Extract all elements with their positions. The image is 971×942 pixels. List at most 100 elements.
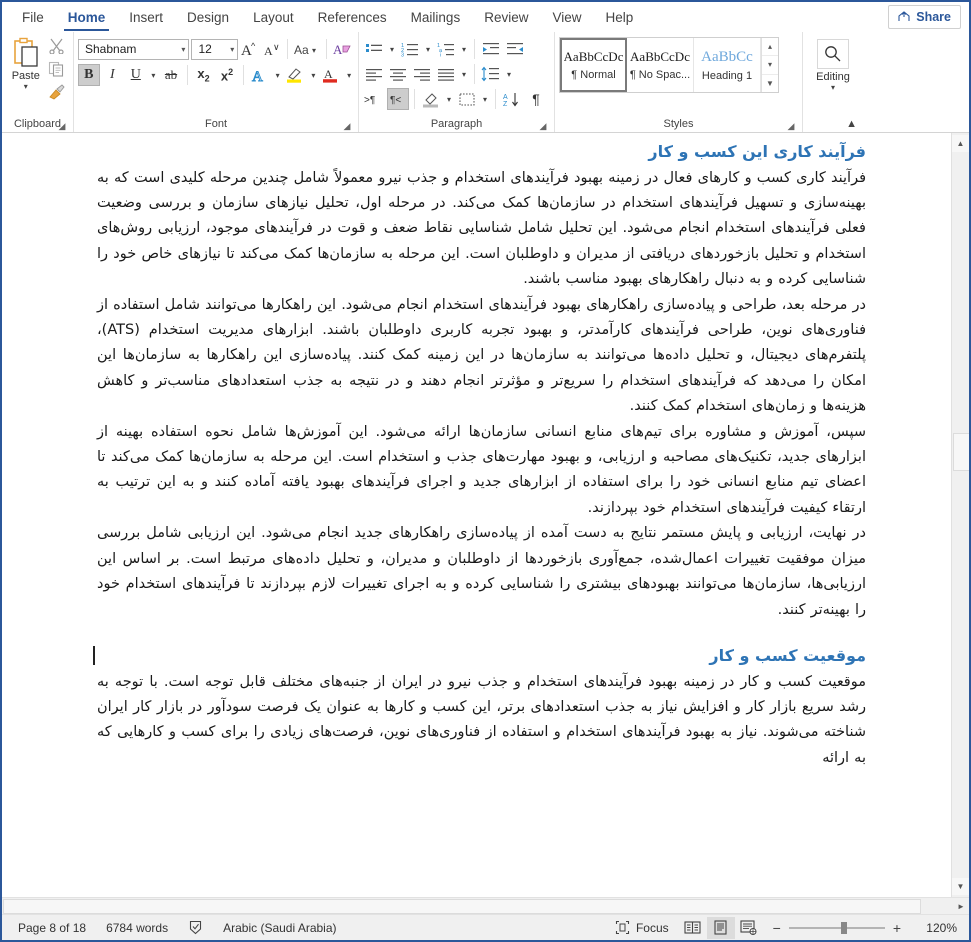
font-color-chevron-down-icon[interactable]: ▾ xyxy=(344,71,354,80)
show-marks-icon[interactable]: ¶ xyxy=(525,88,547,110)
line-spacing-chevron-down-icon[interactable]: ▾ xyxy=(504,70,514,79)
tab-layout[interactable]: Layout xyxy=(241,2,306,32)
copy-icon[interactable] xyxy=(48,61,66,78)
group-label-clipboard: Clipboard ◢ xyxy=(6,116,69,132)
increase-indent-icon[interactable] xyxy=(504,38,526,60)
change-case-icon[interactable]: Aa ▾ xyxy=(293,38,321,60)
text-effects-icon[interactable]: A xyxy=(249,64,271,86)
paragraph-dialog-launcher-icon[interactable]: ◢ xyxy=(538,121,548,131)
chevron-down-icon[interactable]: ▾ xyxy=(831,84,835,92)
font-color-icon[interactable]: A xyxy=(320,64,342,86)
ltr-text-icon[interactable]: >¶ xyxy=(363,88,385,110)
zoom-track[interactable] xyxy=(788,921,885,934)
tab-insert[interactable]: Insert xyxy=(117,2,175,32)
bullets-icon[interactable] xyxy=(363,38,385,60)
styles-scroll-up-icon[interactable]: ▴ xyxy=(762,38,778,57)
horizontal-scrollbar[interactable]: ► xyxy=(2,897,969,914)
shading-chevron-down-icon[interactable]: ▾ xyxy=(444,95,454,104)
proofing-status[interactable] xyxy=(178,920,213,935)
strikethrough-button[interactable]: ab xyxy=(160,64,181,86)
vertical-scrollbar[interactable]: ▲ ▼ xyxy=(951,133,969,897)
multilevel-chevron-down-icon[interactable]: ▾ xyxy=(459,45,469,54)
tab-references[interactable]: References xyxy=(306,2,399,32)
grow-font-icon[interactable]: A ^ xyxy=(240,38,260,60)
web-layout-button[interactable] xyxy=(735,917,763,939)
paragraph-5: موقعیت کسب و کار در زمینه بهبود فرآیندها… xyxy=(97,673,866,766)
borders-icon[interactable] xyxy=(456,88,478,110)
subscript-button[interactable]: x2 xyxy=(193,64,214,86)
chevron-down-icon[interactable]: ▾ xyxy=(24,83,28,91)
align-left-icon[interactable] xyxy=(363,63,385,85)
text-highlight-icon[interactable] xyxy=(284,64,306,86)
zoom-level[interactable]: 120% xyxy=(911,921,963,935)
share-button[interactable]: Share xyxy=(888,5,961,29)
paste-button[interactable]: Paste ▾ xyxy=(6,35,46,101)
document-body[interactable]: فرآیند کاری این کسب و کار فرآیند کاری کس… xyxy=(2,133,951,771)
zoom-slider[interactable]: − + xyxy=(763,920,911,936)
justify-icon[interactable] xyxy=(435,63,457,85)
language-indicator[interactable]: Arabic (Saudi Arabia) xyxy=(213,921,346,935)
style-heading-1[interactable]: AaBbCc Heading 1 xyxy=(694,38,761,92)
clipboard-dialog-launcher-icon[interactable]: ◢ xyxy=(57,121,67,131)
styles-gallery[interactable]: AaBbCcDc ¶ Normal AaBbCcDc ¶ No Spac... … xyxy=(559,37,779,93)
styles-scroll-down-icon[interactable]: ▾ xyxy=(762,56,778,75)
sort-icon[interactable]: AZ xyxy=(501,88,523,110)
rtl-text-icon[interactable]: ¶< xyxy=(387,88,409,110)
page-indicator[interactable]: Page 8 of 18 xyxy=(8,921,96,935)
justify-chevron-down-icon[interactable]: ▾ xyxy=(459,70,469,79)
ribbon-tabbar: File Home Insert Design Layout Reference… xyxy=(2,0,969,32)
scroll-right-icon[interactable]: ► xyxy=(953,898,969,914)
tab-view[interactable]: View xyxy=(540,2,593,32)
document-page[interactable]: فرآیند کاری این کسب و کار فرآیند کاری کس… xyxy=(2,133,951,897)
word-count[interactable]: 6784 words xyxy=(96,921,178,935)
text-effects-chevron-down-icon[interactable]: ▾ xyxy=(273,71,283,80)
font-name-combo[interactable]: Shabnam ▾ xyxy=(78,38,190,60)
tab-file[interactable]: File xyxy=(10,2,56,32)
style-normal[interactable]: AaBbCcDc ¶ Normal xyxy=(560,38,627,92)
collapse-ribbon-icon[interactable]: ▲ xyxy=(846,118,857,130)
horizontal-scrollbar-thumb[interactable] xyxy=(3,899,921,914)
format-painter-icon[interactable] xyxy=(48,84,66,101)
zoom-thumb[interactable] xyxy=(840,921,847,934)
line-spacing-icon[interactable] xyxy=(480,63,502,85)
italic-button[interactable]: I xyxy=(102,64,123,86)
editing-button[interactable]: Editing ▾ xyxy=(807,35,859,92)
shading-icon[interactable] xyxy=(420,88,442,110)
clear-formatting-icon[interactable]: A xyxy=(332,38,354,60)
tab-design[interactable]: Design xyxy=(175,2,241,32)
svg-text:A: A xyxy=(264,44,273,58)
zoom-out-button[interactable]: − xyxy=(773,920,781,936)
font-size-combo[interactable]: 12 ▾ xyxy=(191,38,239,60)
align-center-icon[interactable] xyxy=(387,63,409,85)
numbering-icon[interactable]: 123 xyxy=(399,38,421,60)
vertical-scrollbar-thumb[interactable] xyxy=(953,433,969,471)
font-dialog-launcher-icon[interactable]: ◢ xyxy=(342,121,352,131)
shrink-font-icon[interactable]: A ∨ xyxy=(262,38,282,60)
scroll-down-icon[interactable]: ▼ xyxy=(952,878,969,895)
multilevel-list-icon[interactable]: 1ai xyxy=(435,38,457,60)
decrease-indent-icon[interactable] xyxy=(480,38,502,60)
underline-chevron-down-icon[interactable]: ▾ xyxy=(149,71,159,80)
tab-home[interactable]: Home xyxy=(56,2,118,32)
scroll-up-icon[interactable]: ▲ xyxy=(952,135,969,152)
tab-review[interactable]: Review xyxy=(472,2,540,32)
styles-dialog-launcher-icon[interactable]: ◢ xyxy=(786,121,796,131)
zoom-in-button[interactable]: + xyxy=(893,920,901,936)
numbering-chevron-down-icon[interactable]: ▾ xyxy=(423,45,433,54)
focus-button[interactable]: Focus xyxy=(605,920,679,935)
borders-chevron-down-icon[interactable]: ▾ xyxy=(480,95,490,104)
read-mode-button[interactable] xyxy=(679,917,707,939)
bold-button[interactable]: B xyxy=(78,64,100,86)
print-layout-button[interactable] xyxy=(706,916,735,939)
align-right-icon[interactable] xyxy=(411,63,433,85)
underline-button[interactable]: U xyxy=(125,64,146,86)
styles-more-icon[interactable]: ▼ xyxy=(762,75,778,92)
cut-icon[interactable] xyxy=(48,38,66,55)
svg-text:A: A xyxy=(333,42,343,57)
bullets-chevron-down-icon[interactable]: ▾ xyxy=(387,45,397,54)
style-no-spacing[interactable]: AaBbCcDc ¶ No Spac... xyxy=(627,38,694,92)
tab-help[interactable]: Help xyxy=(594,2,646,32)
highlight-chevron-down-icon[interactable]: ▾ xyxy=(308,71,318,80)
superscript-button[interactable]: x2 xyxy=(216,64,237,86)
tab-mailings[interactable]: Mailings xyxy=(399,2,473,32)
